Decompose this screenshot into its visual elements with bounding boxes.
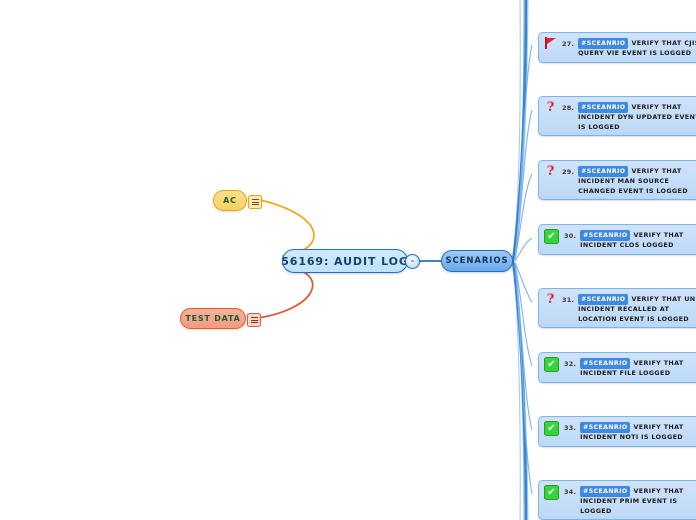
central-node-label: 56169: AUDIT LOG xyxy=(281,254,409,268)
scenario-card[interactable]: 27. #SCEANRIO VERIFY THAT CJIS QUERY VIE E… xyxy=(538,32,696,63)
notes-icon-line xyxy=(251,204,259,205)
scenario-card[interactable]: ✔ 30. #SCEANRIO VERIFY THAT INCIDENT CLOS L… xyxy=(538,224,696,255)
notes-icon-line xyxy=(250,317,258,318)
green-check-icon[interactable]: ✔ xyxy=(544,357,559,372)
branch-node-test-data-label: TEST DATA xyxy=(185,314,241,323)
scenario-body: #SCEANRIO VERIFY THAT CJIS QUERY VIE EVEN… xyxy=(578,36,696,59)
scenario-number: 27. xyxy=(562,40,575,48)
scenario-number: 31. xyxy=(562,296,575,304)
scenario-card[interactable]: ? 28. #SCEANRIO VERIFY THAT INCIDENT DYN UP… xyxy=(538,96,696,136)
scenario-number: 28. xyxy=(562,104,575,112)
notes-icon-line xyxy=(251,199,259,200)
notes-icon[interactable] xyxy=(248,195,262,209)
central-node[interactable]: 56169: AUDIT LOG xyxy=(281,249,409,273)
scenario-body: #SCEANRIO VERIFY THAT INCIDENT MAN SOURCE… xyxy=(578,164,696,196)
scenario-number: 34. xyxy=(564,488,577,496)
scenario-tag[interactable]: #SCEANRIO xyxy=(578,102,629,113)
scenario-card[interactable]: ? 31. #SCEANRIO VERIFY THAT UNIT INCIDENT R… xyxy=(538,288,696,328)
scenario-body: #SCEANRIO VERIFY THAT INCIDENT NOTI IS LO… xyxy=(580,420,696,443)
flag-cloth xyxy=(546,37,556,44)
branch-node-scenarios[interactable]: SCENARIOS xyxy=(441,250,513,272)
scenario-tag[interactable]: #SCEANRIO xyxy=(580,422,631,433)
mindmap-canvas[interactable]: 56169: AUDIT LOG – AC TEST DATA SCENARIO… xyxy=(0,0,696,520)
scenario-tag[interactable]: #SCEANRIO xyxy=(578,38,629,49)
scenario-body: #SCEANRIO VERIFY THAT INCIDENT CLOS LOGGE… xyxy=(580,228,696,251)
scenario-tag[interactable]: #SCEANRIO xyxy=(580,358,631,369)
collapse-toggle-label: – xyxy=(410,257,415,265)
scenario-tag[interactable]: #SCEANRIO xyxy=(578,294,629,305)
scenario-tag[interactable]: #SCEANRIO xyxy=(578,166,629,177)
scenario-card[interactable]: ✔ 32. #SCEANRIO VERIFY THAT INCIDENT FILE L… xyxy=(538,352,696,383)
notes-icon[interactable] xyxy=(247,313,261,327)
branch-node-test-data[interactable]: TEST DATA xyxy=(180,308,246,329)
scenario-number: 32. xyxy=(564,360,577,368)
green-check-icon[interactable]: ✔ xyxy=(544,229,559,244)
scenario-card[interactable]: ✔ 34. #SCEANRIO VERIFY THAT INCIDENT PRIM E… xyxy=(538,480,696,520)
notes-icon-line xyxy=(250,319,258,321)
scenario-body: #SCEANRIO VERIFY THAT INCIDENT PRIM EVENT… xyxy=(580,484,696,516)
green-check-icon[interactable]: ✔ xyxy=(544,421,559,436)
scenario-body: #SCEANRIO VERIFY THAT INCIDENT FILE LOGGE… xyxy=(580,356,696,379)
scenario-body: #SCEANRIO VERIFY THAT INCIDENT DYN UPDATE… xyxy=(578,100,696,132)
red-flag-icon[interactable] xyxy=(544,37,557,50)
branch-node-scenarios-label: SCENARIOS xyxy=(445,256,509,266)
red-question-icon[interactable]: ? xyxy=(544,101,557,114)
scenario-number: 29. xyxy=(562,168,575,176)
collapse-circle-icon[interactable]: – xyxy=(405,254,420,269)
branch-node-ac-label: AC xyxy=(223,196,237,205)
scenario-body: #SCEANRIO VERIFY THAT UNIT INCIDENT RECAL… xyxy=(578,292,696,324)
branch-node-ac[interactable]: AC xyxy=(213,190,247,211)
scenario-tag[interactable]: #SCEANRIO xyxy=(580,230,631,241)
notes-icon-line xyxy=(251,201,259,203)
red-question-icon[interactable]: ? xyxy=(544,293,557,306)
scenario-number: 30. xyxy=(564,232,577,240)
green-check-icon[interactable]: ✔ xyxy=(544,485,559,500)
scenario-card[interactable]: ? 29. #SCEANRIO VERIFY THAT INCIDENT MAN SO… xyxy=(538,160,696,200)
notes-icon-line xyxy=(250,322,258,323)
scenario-number: 33. xyxy=(564,424,577,432)
red-question-icon[interactable]: ? xyxy=(544,165,557,178)
scenario-tag[interactable]: #SCEANRIO xyxy=(580,486,631,497)
scenario-card[interactable]: ✔ 33. #SCEANRIO VERIFY THAT INCIDENT NOTI I… xyxy=(538,416,696,447)
